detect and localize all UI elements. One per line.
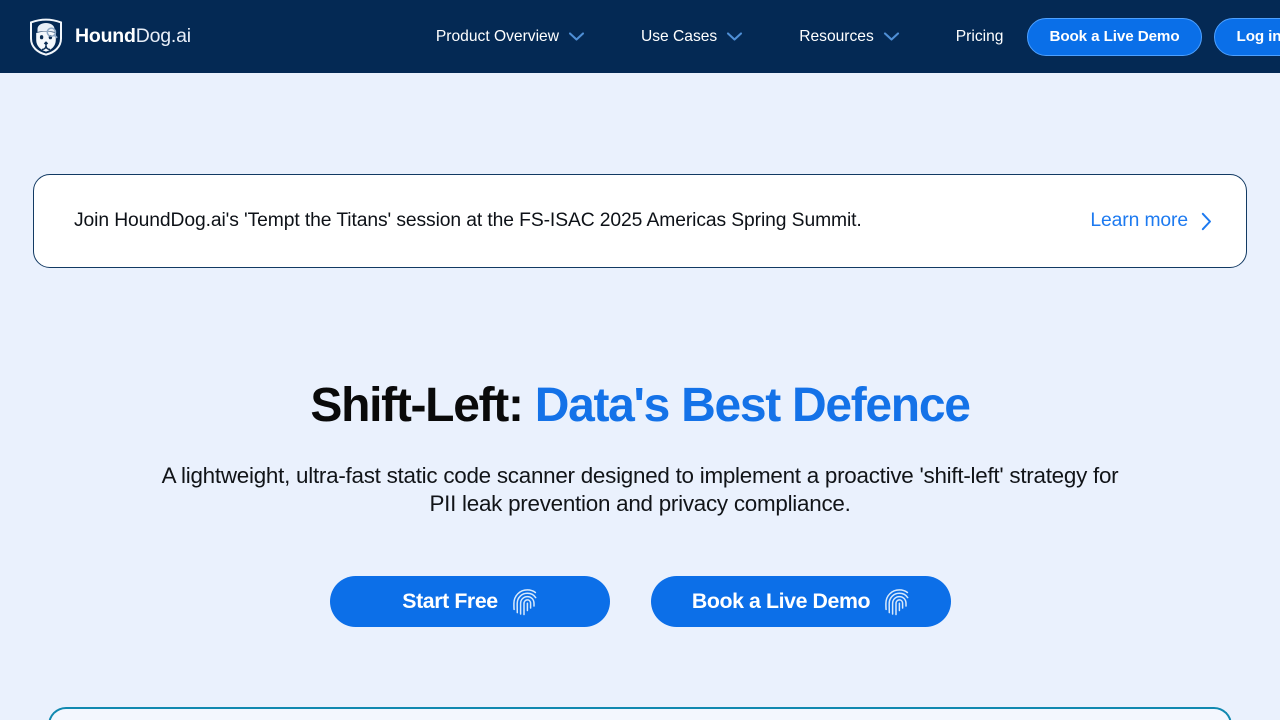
announcement-learn-more-link[interactable]: Learn more: [1090, 210, 1212, 232]
start-free-label: Start Free: [402, 589, 497, 614]
nav-label-product-overview: Product Overview: [436, 28, 559, 46]
chevron-right-icon: [1201, 212, 1212, 231]
hound-shield-logo-icon: [28, 18, 64, 56]
chevron-down-icon: [568, 31, 585, 42]
announcement-text: Join HoundDog.ai's 'Tempt the Titans' se…: [74, 210, 862, 232]
nav-item-use-cases[interactable]: Use Cases: [613, 20, 771, 54]
fingerprint-icon: [883, 588, 909, 616]
announcement-banner-wrapper: Join HoundDog.ai's 'Tempt the Titans' se…: [33, 174, 1247, 268]
hero-cta-group: Start Free Book a Live Demo: [0, 576, 1280, 627]
header-actions: Book a Live Demo Log in: [1027, 18, 1280, 56]
brand-name-light: Dog.ai: [136, 25, 191, 47]
main-navigation: Product Overview Use Cases Resources Pri…: [408, 20, 1028, 54]
hero-title-plain: Shift-Left:: [310, 379, 534, 432]
brand-logo-link[interactable]: HoundDog.ai: [28, 18, 191, 56]
hero-section: Shift-Left: Data's Best Defence A lightw…: [0, 380, 1280, 627]
nav-label-pricing: Pricing: [956, 28, 1004, 46]
fingerprint-icon: [511, 588, 537, 616]
nav-label-resources: Resources: [799, 28, 874, 46]
brand-name-bold: Hound: [75, 25, 136, 47]
login-button[interactable]: Log in: [1214, 18, 1280, 56]
book-live-demo-hero-button[interactable]: Book a Live Demo: [651, 576, 951, 627]
book-demo-header-button[interactable]: Book a Live Demo: [1027, 18, 1201, 56]
learn-more-label: Learn more: [1090, 210, 1188, 232]
announcement-banner[interactable]: Join HoundDog.ai's 'Tempt the Titans' se…: [33, 174, 1247, 268]
hero-title-accent: Data's Best Defence: [535, 379, 970, 432]
brand-name: HoundDog.ai: [75, 25, 191, 48]
content-panel-below-fold: [48, 707, 1232, 720]
nav-label-use-cases: Use Cases: [641, 28, 717, 46]
chevron-down-icon: [726, 31, 743, 42]
start-free-button[interactable]: Start Free: [330, 576, 610, 627]
nav-item-pricing[interactable]: Pricing: [928, 20, 1028, 54]
site-header: HoundDog.ai Product Overview Use Cases R…: [0, 0, 1280, 73]
hero-subtitle: A lightweight, ultra-fast static code sc…: [150, 462, 1130, 518]
nav-item-resources[interactable]: Resources: [771, 20, 928, 54]
page-title: Shift-Left: Data's Best Defence: [0, 380, 1280, 432]
book-demo-hero-label: Book a Live Demo: [692, 589, 870, 614]
nav-item-product-overview[interactable]: Product Overview: [408, 20, 613, 54]
chevron-down-icon: [883, 31, 900, 42]
